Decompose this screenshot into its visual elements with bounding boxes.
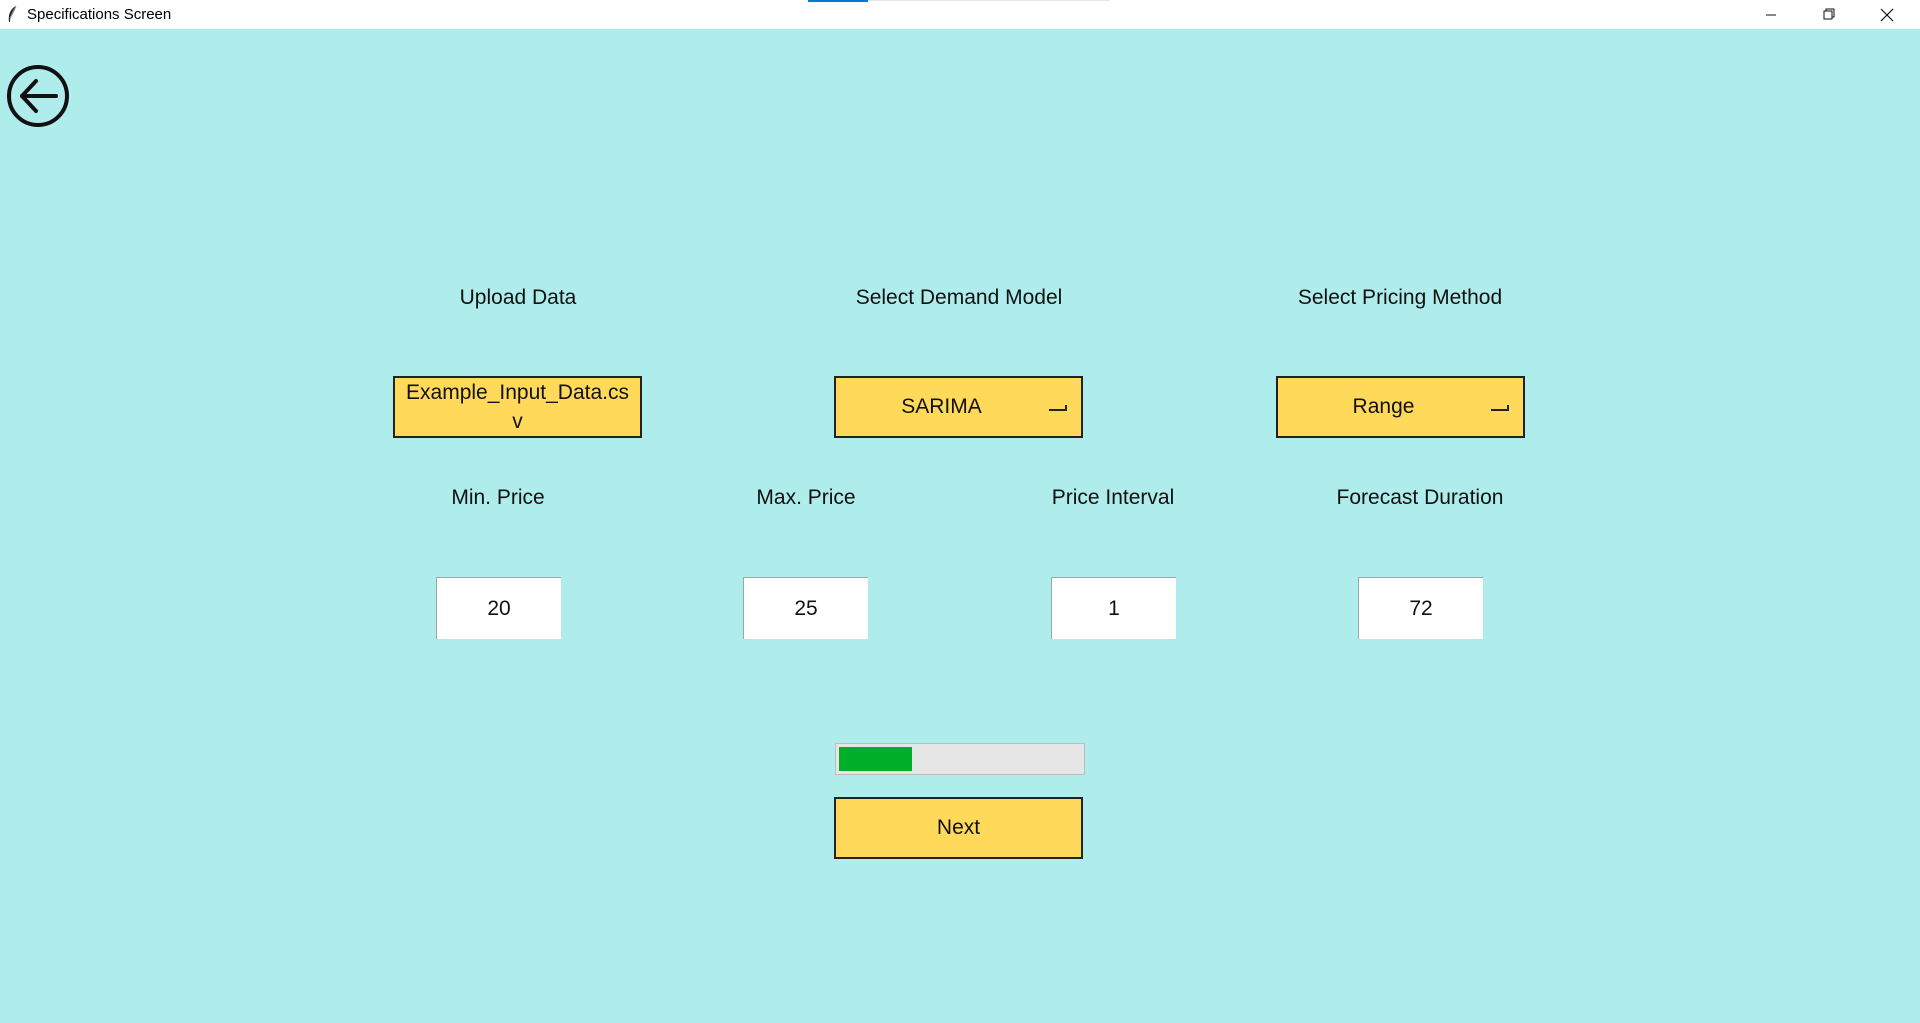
title-accent-line	[808, 0, 868, 2]
next-button[interactable]: Next	[834, 797, 1083, 859]
demand-model-dropdown[interactable]: SARIMA	[834, 376, 1083, 438]
close-icon	[1880, 8, 1894, 21]
minimize-icon	[1766, 14, 1776, 15]
upload-data-label: Upload Data	[459, 286, 577, 309]
progress-fill	[839, 747, 912, 771]
pricing-method-selected: Range	[1352, 395, 1415, 418]
title-bar: Specifications Screen	[0, 0, 1920, 29]
progress-bar	[835, 743, 1085, 775]
forecast-duration-label: Forecast Duration	[1336, 486, 1504, 509]
specifications-panel: Upload Data Select Demand Model Select P…	[0, 29, 1920, 1023]
restore-icon	[1823, 8, 1834, 20]
feather-icon	[8, 5, 17, 22]
window-title: Specifications Screen	[27, 6, 172, 23]
option-menu-indicator-icon	[1049, 405, 1067, 411]
title-accent-track	[868, 0, 1110, 1]
price-interval-input[interactable]	[1051, 577, 1176, 639]
demand-model-selected: SARIMA	[901, 395, 982, 418]
option-menu-indicator-icon	[1491, 405, 1509, 411]
max-price-input[interactable]	[743, 577, 868, 639]
max-price-label: Max. Price	[756, 486, 856, 509]
demand-model-label: Select Demand Model	[855, 286, 1063, 309]
pricing-method-dropdown[interactable]: Range	[1276, 376, 1525, 438]
back-arrow-icon[interactable]	[6, 64, 70, 128]
min-price-label: Min. Price	[451, 486, 545, 509]
minimize-button[interactable]	[1742, 0, 1800, 29]
price-interval-label: Price Interval	[1051, 486, 1175, 509]
upload-data-button[interactable]: Example_Input_Data.csv	[393, 376, 642, 438]
forecast-duration-input[interactable]	[1358, 577, 1483, 639]
min-price-input[interactable]	[436, 577, 561, 639]
pricing-method-label: Select Pricing Method	[1297, 286, 1503, 309]
restore-button[interactable]	[1800, 0, 1858, 29]
close-button[interactable]	[1858, 0, 1916, 29]
